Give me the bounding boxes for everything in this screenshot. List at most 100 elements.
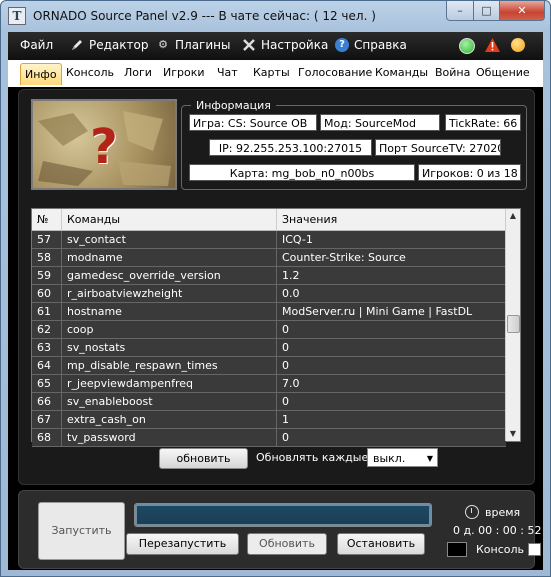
launch-button[interactable]: Запустить [38, 502, 125, 560]
app-icon[interactable]: T [8, 7, 26, 25]
refresh-interval-select[interactable]: выкл. ▼ [367, 448, 438, 467]
command-name: extra_cash_on [62, 411, 277, 428]
table-row[interactable]: 62 coop 0 [32, 321, 506, 339]
column-number[interactable]: № [32, 209, 62, 230]
row-number: 64 [32, 357, 62, 374]
client-area: Файл Редактор ⚙ Плагины Настройка ? Спра… [8, 32, 543, 570]
tab-info[interactable]: Инфо [20, 63, 62, 85]
info-tab-content: ? Информация Игра: CS: Source OB Мод: So… [8, 87, 543, 487]
menu-plugins-label: Плагины [175, 38, 231, 52]
table-body: 57 sv_contact ICQ-1 58 modname Counter-Strike… [32, 231, 506, 447]
cvar-table: № Команды Значения 57 sv_contact ICQ-1 58 mo… [31, 208, 521, 447]
plugins-gear-icon: ⚙ [158, 38, 168, 51]
table-row[interactable]: 63 sv_nostats 0 [32, 339, 506, 357]
row-number: 61 [32, 303, 62, 320]
table-row[interactable]: 58 modname Counter-Strike: Source [32, 249, 506, 267]
column-commands[interactable]: Команды [62, 209, 277, 230]
row-number: 63 [32, 339, 62, 356]
close-button[interactable]: ✕ [500, 1, 545, 21]
table-row[interactable]: 68 tv_password 0 [32, 429, 506, 447]
app-window: T ORNADO Source Panel v2.9 --- В чате се… [0, 0, 551, 577]
tab-communication[interactable]: Общение [476, 66, 530, 79]
row-number: 67 [32, 411, 62, 428]
tab-strip: Инфо Консоль Логи Игроки Чат Карты Голос… [8, 60, 543, 87]
tab-chat[interactable]: Чат [217, 66, 238, 79]
info-panel: ? Информация Игра: CS: Source OB Мод: So… [18, 89, 535, 485]
stop-button[interactable]: Остановить [337, 533, 425, 555]
notification-icon[interactable] [511, 38, 525, 52]
command-name: mp_disable_respawn_times [62, 357, 277, 374]
command-value: 0 [282, 341, 289, 354]
tab-war[interactable]: Война [435, 66, 470, 79]
menu-settings[interactable]: Настройка [242, 38, 328, 52]
warning-icon[interactable] [485, 38, 500, 52]
server-control-panel: Запустить Перезапустить Обновить Останов… [18, 490, 541, 569]
table-row[interactable]: 67 extra_cash_on 1 [32, 411, 506, 429]
status-progress-bar [134, 503, 432, 527]
minimize-button[interactable]: – [446, 1, 474, 21]
table-row[interactable]: 60 r_airboatviewzheight 0.0 [32, 285, 506, 303]
refresh-interval-label: Обновлять каждые: [256, 451, 372, 464]
command-value: 1.2 [282, 269, 300, 282]
table-row[interactable]: 65 r_jeepviewdampenfreq 7.0 [32, 375, 506, 393]
column-values[interactable]: Значения [277, 209, 506, 230]
tab-voting[interactable]: Голосование [298, 66, 372, 79]
scroll-thumb[interactable] [507, 315, 520, 333]
menu-help-label: Справка [354, 38, 407, 52]
update-button[interactable]: Обновить [247, 533, 327, 555]
window-controls: – □ ✕ [446, 1, 545, 21]
title-bar[interactable]: T ORNADO Source Panel v2.9 --- В чате се… [1, 1, 550, 31]
tab-maps[interactable]: Карты [253, 66, 290, 79]
tab-commands[interactable]: Команды [375, 66, 428, 79]
scroll-down-icon[interactable]: ▼ [506, 427, 520, 441]
tab-logs[interactable]: Логи [124, 66, 152, 79]
menu-file-label: Файл [20, 38, 54, 52]
menu-editor[interactable]: Редактор [70, 38, 148, 52]
uptime-label: время [485, 506, 521, 519]
players-field: Игроков: 0 из 18 [418, 164, 521, 181]
mod-field: Мод: SourceMod [320, 114, 440, 131]
command-value: 0 [282, 359, 289, 372]
row-number: 68 [32, 429, 62, 446]
table-row[interactable]: 64 mp_disable_respawn_times 0 [32, 357, 506, 375]
scroll-up-icon[interactable]: ▲ [506, 209, 520, 223]
info-group-legend: Информация [191, 99, 276, 112]
table-row[interactable]: 59 gamedesc_override_version 1.2 [32, 267, 506, 285]
help-icon: ? [335, 38, 349, 52]
command-value: Counter-Strike: Source [282, 251, 406, 264]
row-number: 66 [32, 393, 62, 410]
row-number: 59 [32, 267, 62, 284]
command-name: sv_contact [62, 231, 277, 248]
maximize-button[interactable]: □ [474, 1, 500, 21]
window-title: ORNADO Source Panel v2.9 --- В чате сейч… [33, 9, 376, 23]
command-value: ModServer.ru | Mini Game | FastDL [282, 305, 473, 318]
table-scrollbar[interactable]: ▲ ▼ [505, 209, 520, 441]
row-number: 62 [32, 321, 62, 338]
menu-plugins[interactable]: ⚙ Плагины [156, 38, 230, 52]
menu-file[interactable]: Файл [20, 38, 53, 52]
table-row[interactable]: 61 hostname ModServer.ru | Mini Game | Fas… [32, 303, 506, 321]
command-value: 0.0 [282, 287, 300, 300]
command-value: 0 [282, 431, 289, 444]
command-value: 0 [282, 323, 289, 336]
command-name: sv_nostats [62, 339, 277, 356]
tab-players[interactable]: Игроки [163, 66, 205, 79]
table-row[interactable]: 57 sv_contact ICQ-1 [32, 231, 506, 249]
command-name: modname [62, 249, 277, 266]
menu-help[interactable]: ? Справка [335, 38, 407, 52]
game-field: Игра: CS: Source OB [189, 114, 317, 131]
table-header: № Команды Значения [32, 209, 506, 231]
refresh-button[interactable]: обновить [159, 448, 248, 469]
online-status-icon[interactable] [459, 38, 475, 54]
command-value: 0 [282, 395, 289, 408]
console-checkbox[interactable] [528, 543, 541, 556]
restart-button[interactable]: Перезапустить [126, 533, 239, 555]
table-row[interactable]: 66 sv_enableboost 0 [32, 393, 506, 411]
command-name: tv_password [62, 429, 277, 446]
chevron-down-icon: ▼ [426, 454, 433, 463]
refresh-interval-value: выкл. [373, 452, 406, 465]
uptime-value: 0 д. 00 : 00 : 52 [453, 524, 542, 537]
command-name: r_airboatviewzheight [62, 285, 277, 302]
unknown-map-icon: ? [90, 119, 118, 175]
tab-console[interactable]: Консоль [66, 66, 114, 79]
